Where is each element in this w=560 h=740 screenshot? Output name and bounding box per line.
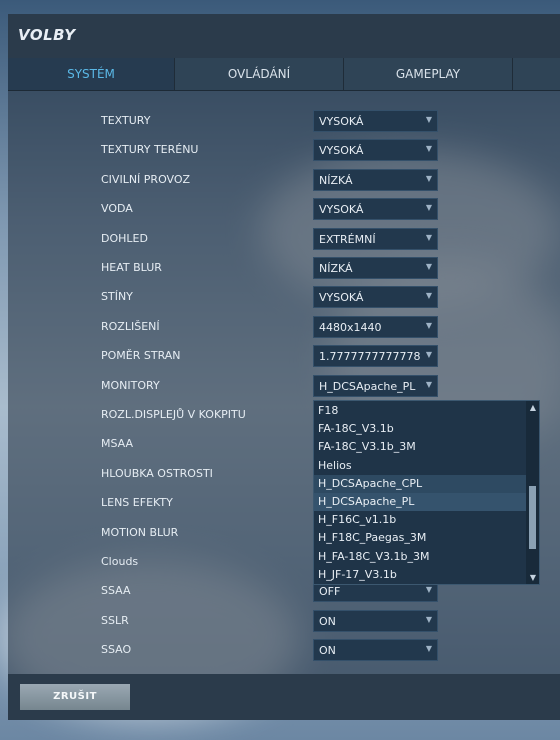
setting-label: TEXTURY: [101, 114, 151, 127]
setting-select[interactable]: VYSOKÁ ▼: [313, 286, 438, 308]
setting-select[interactable]: H_DCSApache_PL ▼: [313, 375, 438, 397]
scroll-thumb[interactable]: [529, 486, 536, 549]
setting-value: VYSOKÁ: [319, 291, 364, 304]
scroll-up-icon[interactable]: ▲: [530, 403, 536, 412]
dropdown-option[interactable]: H_F18C_Paegas_3M: [314, 529, 526, 547]
setting-value: VYSOKÁ: [319, 115, 364, 128]
setting-value: 4480x1440: [319, 321, 382, 334]
setting-select[interactable]: NÍZKÁ ▼: [313, 257, 438, 279]
chevron-down-icon: ▼: [425, 615, 432, 624]
setting-label: MONITORY: [101, 379, 160, 392]
chevron-down-icon: ▼: [425, 321, 432, 330]
setting-value: VYSOKÁ: [319, 144, 364, 157]
dropdown-option[interactable]: H_DCSApache_CPL: [314, 474, 526, 493]
tab-extra[interactable]: [513, 58, 560, 90]
setting-select[interactable]: ON ▼: [313, 639, 438, 661]
setting-label: LENS EFEKTY: [101, 496, 173, 509]
dropdown-option[interactable]: FA-18C_V3.1b_3M: [314, 438, 526, 456]
chevron-down-icon: ▼: [425, 350, 432, 359]
setting-label: POMĚR STRAN: [101, 349, 181, 362]
options-window: VOLBY SYSTÉM OVLÁDÁNÍ GAMEPLAY TEXTURY VY…: [8, 14, 560, 720]
setting-label: STÍNY: [101, 290, 133, 303]
setting-value: ON: [319, 615, 336, 628]
setting-select[interactable]: VYSOKÁ ▼: [313, 139, 438, 161]
footer-bar: ZRUŠIT: [8, 674, 560, 720]
chevron-down-icon: ▼: [425, 380, 432, 389]
setting-label: MSAA: [101, 437, 134, 450]
setting-value: VYSOKÁ: [319, 203, 364, 216]
setting-label: CIVILNÍ PROVOZ: [101, 173, 191, 186]
chevron-down-icon: ▼: [425, 233, 432, 242]
setting-label: Clouds: [101, 555, 139, 568]
tab-bar: SYSTÉM OVLÁDÁNÍ GAMEPLAY: [8, 58, 560, 91]
setting-select[interactable]: ON ▼: [313, 610, 438, 632]
setting-label: SSAO: [101, 643, 132, 656]
cancel-button[interactable]: ZRUŠIT: [20, 684, 130, 710]
setting-label: VODA: [101, 202, 133, 215]
setting-select[interactable]: VYSOKÁ ▼: [313, 198, 438, 220]
dropdown-option[interactable]: H_F16C_v1.1b: [314, 511, 526, 529]
tab-controls[interactable]: OVLÁDÁNÍ: [175, 58, 344, 90]
setting-value: NÍZKÁ: [319, 262, 353, 275]
setting-value: ON: [319, 644, 336, 657]
window-title: VOLBY: [18, 26, 76, 44]
chevron-down-icon: ▼: [425, 585, 432, 594]
dropdown-option[interactable]: FA-18C_V3.1b: [314, 420, 526, 438]
scroll-down-icon[interactable]: ▼: [530, 573, 536, 582]
setting-label: ROZLIŠENÍ: [101, 320, 160, 333]
dropdown-option[interactable]: H_JF-17_V3.1b: [314, 566, 526, 584]
setting-label: SSAA: [101, 584, 131, 597]
setting-label: HLOUBKA OSTROSTI: [101, 467, 213, 480]
setting-label: DOHLED: [101, 232, 148, 245]
setting-value: 1.7777777777778: [319, 350, 421, 363]
chevron-down-icon: ▼: [425, 174, 432, 183]
chevron-down-icon: ▼: [425, 203, 432, 212]
setting-label: HEAT BLUR: [101, 261, 162, 274]
dropdown-option[interactable]: H_DCSApache_PL: [314, 493, 526, 511]
tab-gameplay[interactable]: GAMEPLAY: [344, 58, 513, 90]
title-bar: VOLBY: [8, 14, 560, 58]
dropdown-option[interactable]: Helios: [314, 457, 526, 475]
dropdown-scrollbar[interactable]: ▲ ▼: [526, 401, 539, 584]
setting-value: EXTRÉMNÍ: [319, 233, 376, 246]
setting-select[interactable]: 4480x1440 ▼: [313, 316, 438, 338]
setting-select[interactable]: VYSOKÁ ▼: [313, 110, 438, 132]
setting-label: TEXTURY TERÉNU: [101, 143, 199, 156]
chevron-down-icon: ▼: [425, 262, 432, 271]
setting-value: OFF: [319, 585, 341, 598]
tab-system[interactable]: SYSTÉM: [8, 58, 175, 90]
setting-select[interactable]: EXTRÉMNÍ ▼: [313, 228, 438, 250]
chevron-down-icon: ▼: [425, 115, 432, 124]
setting-select[interactable]: NÍZKÁ ▼: [313, 169, 438, 191]
dropdown-option[interactable]: F18: [314, 402, 526, 420]
setting-label: ROZL.DISPLEJŮ V KOKPITU: [101, 408, 246, 421]
monitor-dropdown-list[interactable]: F18 FA-18C_V3.1b FA-18C_V3.1b_3M Helios H_DC…: [313, 400, 540, 585]
dropdown-option[interactable]: H_FA-18C_V3.1b_3M: [314, 548, 526, 566]
setting-label: MOTION BLUR: [101, 526, 179, 539]
setting-value: NÍZKÁ: [319, 174, 353, 187]
setting-value: H_DCSApache_PL: [319, 380, 416, 393]
chevron-down-icon: ▼: [425, 644, 432, 653]
chevron-down-icon: ▼: [425, 291, 432, 300]
setting-select[interactable]: 1.7777777777778 ▼: [313, 345, 438, 367]
chevron-down-icon: ▼: [425, 144, 432, 153]
setting-label: SSLR: [101, 614, 129, 627]
